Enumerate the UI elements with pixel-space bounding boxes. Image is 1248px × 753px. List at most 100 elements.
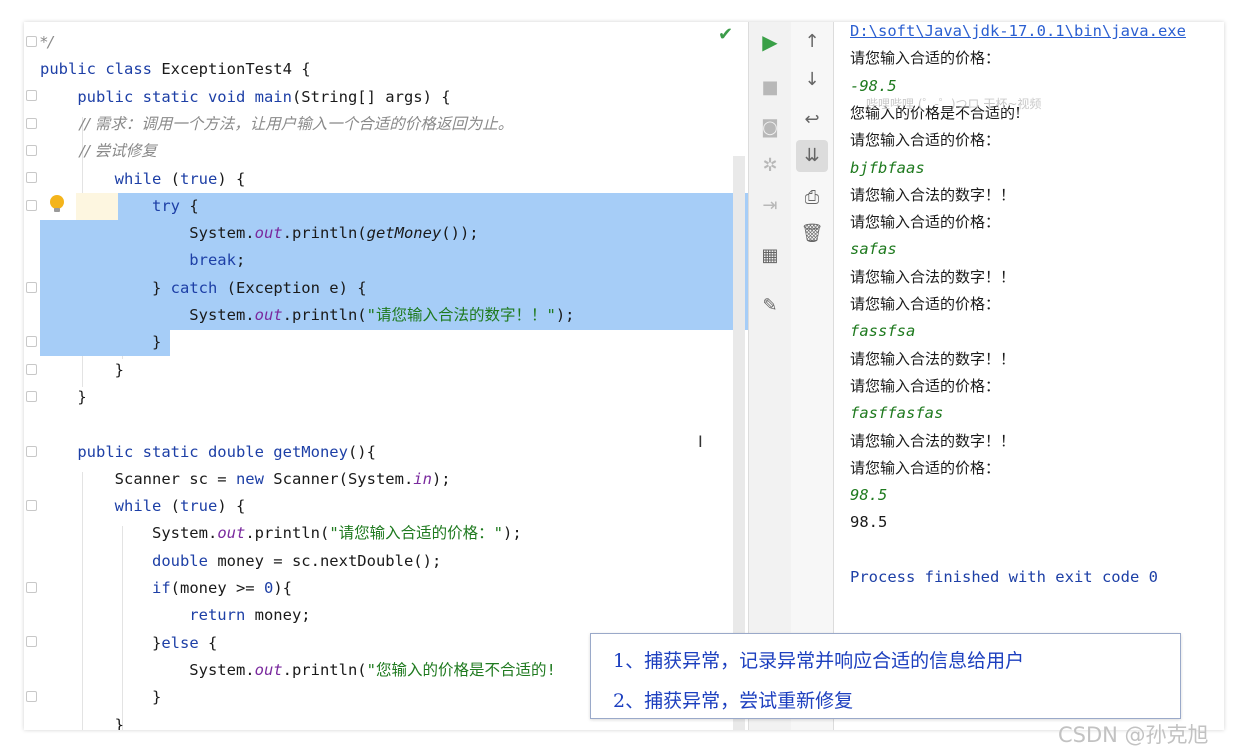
- code-token: money = sc.nextDouble();: [217, 551, 442, 570]
- code-line[interactable]: Scanner sc = new Scanner(System.in);: [40, 466, 451, 493]
- code-token: ExceptionTest4 {: [161, 60, 311, 79]
- annotation-note: 1、捕获异常，记录异常并响应合适的信息给用户 2、捕获异常，尝试重新修复: [590, 633, 1181, 719]
- code-token: );: [555, 306, 575, 324]
- code-token: (: [170, 497, 180, 516]
- debug-icon[interactable]: ✲: [754, 150, 786, 182]
- console-line: 请您输入合法的数字！！: [850, 431, 1016, 450]
- soft-wrap-icon[interactable]: ↩: [796, 104, 828, 136]
- console-line: safas: [850, 240, 897, 259]
- editor-gutter: [24, 22, 40, 730]
- code-token: public static void: [40, 87, 255, 106]
- code-token: }: [40, 715, 124, 731]
- code-token: ){: [273, 579, 292, 597]
- code-token: "请您输入合适的价格：": [329, 524, 503, 543]
- code-line[interactable]: }: [40, 684, 161, 711]
- code-token: .println(: [282, 224, 367, 243]
- code-token: ) {: [217, 169, 246, 188]
- selection-highlight: [118, 193, 748, 220]
- code-token: (String[] args) {: [291, 87, 451, 106]
- code-line[interactable]: return money;: [40, 602, 310, 629]
- fold-marker[interactable]: [26, 391, 37, 402]
- code-line[interactable]: } catch (Exception e) {: [40, 275, 367, 302]
- code-line[interactable]: while (true) {: [40, 493, 246, 520]
- fold-marker[interactable]: [26, 90, 37, 101]
- fold-marker[interactable]: [26, 200, 37, 211]
- code-token: Scanner(System.: [273, 469, 414, 488]
- code-token: );: [431, 469, 451, 488]
- code-line[interactable]: System.out.println("您输入的价格是不合适的!: [40, 657, 556, 684]
- code-line[interactable]: public static double getMoney(){: [40, 439, 376, 466]
- console-line: Process finished with exit code 0: [850, 568, 1158, 586]
- code-token: (){: [347, 442, 376, 461]
- fold-marker[interactable]: [26, 500, 37, 511]
- code-line[interactable]: if(money >= 0){: [40, 575, 292, 602]
- code-line[interactable]: public static void main(String[] args) {: [40, 84, 451, 111]
- fold-marker[interactable]: [26, 145, 37, 156]
- camera-icon[interactable]: ◙: [754, 112, 786, 144]
- code-token: }: [40, 633, 162, 652]
- fold-marker[interactable]: [26, 364, 37, 375]
- code-token: "请您输入合法的数字！！": [366, 306, 556, 324]
- fold-marker[interactable]: [26, 282, 37, 293]
- code-token: (money >=: [170, 579, 264, 597]
- code-token: out: [254, 224, 283, 243]
- code-token: // 尝试修复: [40, 142, 157, 161]
- code-token: in: [413, 469, 432, 488]
- code-line[interactable]: }: [40, 329, 161, 356]
- code-token: ;: [235, 251, 246, 270]
- code-token: System.: [40, 660, 255, 679]
- code-line[interactable]: break;: [40, 247, 245, 274]
- code-token: .println(: [245, 524, 330, 543]
- console-line: fasffasfas: [850, 404, 944, 423]
- code-editor[interactable]: */ public class ExceptionTest4 { public s…: [24, 22, 748, 730]
- checkmark-icon: ✔: [718, 24, 734, 45]
- exit-icon[interactable]: ⇥: [754, 190, 786, 222]
- code-token: System.: [40, 524, 218, 543]
- code-line[interactable]: // 尝试修复: [40, 138, 157, 165]
- trash-icon[interactable]: 🗑: [796, 218, 828, 250]
- code-line[interactable]: public class ExceptionTest4 {: [40, 56, 311, 83]
- console-line: 请您输入合适的价格：: [850, 49, 1001, 68]
- code-token: {: [189, 196, 199, 215]
- down-arrow-icon[interactable]: ↓: [796, 64, 828, 96]
- code-token: );: [502, 524, 522, 543]
- code-line[interactable]: */: [40, 29, 53, 56]
- code-line[interactable]: try {: [40, 193, 199, 220]
- code-token: ) {: [217, 497, 246, 516]
- fold-marker[interactable]: [26, 636, 37, 647]
- console-line: 请您输入合适的价格：: [850, 376, 1001, 395]
- code-line[interactable]: System.out.println("请您输入合适的价格：");: [40, 520, 522, 547]
- scroll-to-end-icon[interactable]: ⇊: [796, 140, 828, 172]
- console-line: 98.5: [850, 513, 888, 532]
- code-token: }: [40, 333, 162, 352]
- fold-marker[interactable]: [26, 172, 37, 183]
- code-line[interactable]: System.out.println("请您输入合法的数字！！");: [40, 302, 574, 329]
- note-line-1: 1、捕获异常，记录异常并响应合适的信息给用户: [613, 650, 1025, 672]
- fold-marker[interactable]: [26, 446, 37, 457]
- code-line[interactable]: }: [40, 712, 124, 731]
- fold-marker[interactable]: [26, 36, 37, 47]
- code-line[interactable]: }: [40, 384, 86, 411]
- console-line: 请您输入合法的数字！！: [850, 349, 1016, 368]
- code-line[interactable]: }else {: [40, 630, 217, 657]
- code-token: true: [180, 497, 218, 516]
- console-output[interactable]: D:\soft\Java\jdk-17.0.1\bin\java.exe 请您输入…: [834, 22, 1224, 730]
- code-line[interactable]: while (true) {: [40, 166, 246, 193]
- fold-marker[interactable]: [26, 582, 37, 593]
- fold-marker[interactable]: [26, 118, 37, 129]
- pin-icon[interactable]: ✎: [754, 290, 786, 322]
- code-line[interactable]: System.out.println(getMoney());: [40, 220, 478, 247]
- code-line[interactable]: double money = sc.nextDouble();: [40, 548, 441, 575]
- up-arrow-icon[interactable]: ↑: [796, 26, 828, 58]
- fold-marker[interactable]: [26, 691, 37, 702]
- stop-icon[interactable]: ■: [754, 72, 786, 104]
- code-line[interactable]: }: [40, 357, 124, 384]
- layout-icon[interactable]: ▦: [754, 240, 786, 272]
- code-token: getMoney: [366, 224, 442, 243]
- print-icon[interactable]: ⎙: [796, 182, 828, 214]
- code-token: (: [170, 169, 180, 188]
- code-line[interactable]: // 需求：调用一个方法，让用户输入一个合适的价格返回为止。: [40, 111, 513, 138]
- run-icon[interactable]: ▶: [754, 26, 786, 58]
- console-line: 请您输入合法的数字！！: [850, 267, 1016, 286]
- fold-marker[interactable]: [26, 336, 37, 347]
